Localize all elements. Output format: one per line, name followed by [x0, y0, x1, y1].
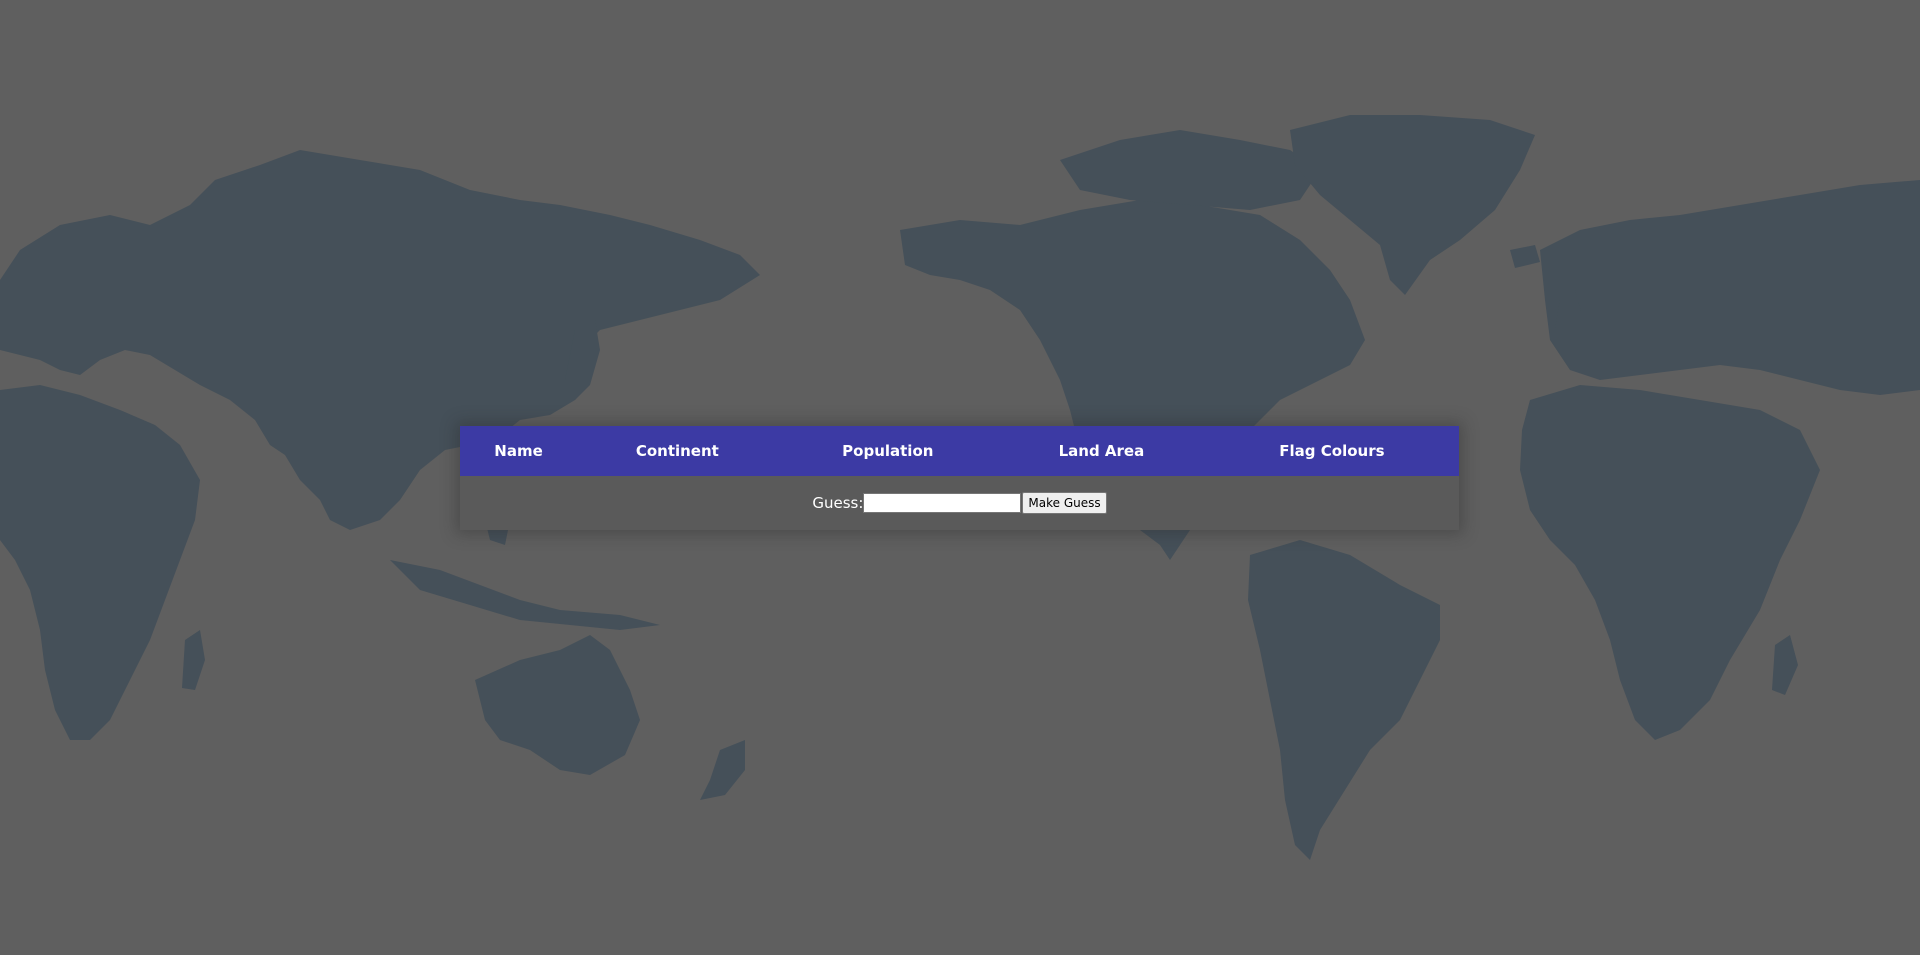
guess-form: Guess: Make Guess — [460, 476, 1459, 530]
guess-input[interactable] — [863, 493, 1022, 513]
guess-table: Name Continent Population Land Area Flag… — [460, 426, 1459, 476]
new-zealand — [700, 740, 745, 800]
arctic-islands — [1060, 130, 1320, 210]
column-header-continent: Continent — [635, 442, 719, 460]
column-header-population: Population — [842, 442, 934, 460]
africa-left — [0, 385, 200, 740]
column-header-flag-colours: Flag Colours — [1279, 442, 1385, 460]
madagascar-left — [182, 630, 205, 690]
table-header-row: Name Continent Population Land Area Flag… — [460, 426, 1459, 476]
page: Name Continent Population Land Area Flag… — [0, 0, 1920, 955]
column-header-name: Name — [494, 442, 543, 460]
australia — [475, 635, 640, 775]
iceland — [1510, 245, 1540, 268]
column-header-land-area: Land Area — [1058, 442, 1145, 460]
south-america — [1248, 540, 1440, 860]
game-panel: Name Continent Population Land Area Flag… — [460, 426, 1459, 530]
make-guess-button[interactable]: Make Guess — [1022, 492, 1107, 514]
indonesia — [390, 560, 660, 630]
guess-label: Guess: — [812, 494, 864, 512]
eurasia-right — [1540, 180, 1920, 395]
madagascar-right — [1772, 635, 1798, 695]
